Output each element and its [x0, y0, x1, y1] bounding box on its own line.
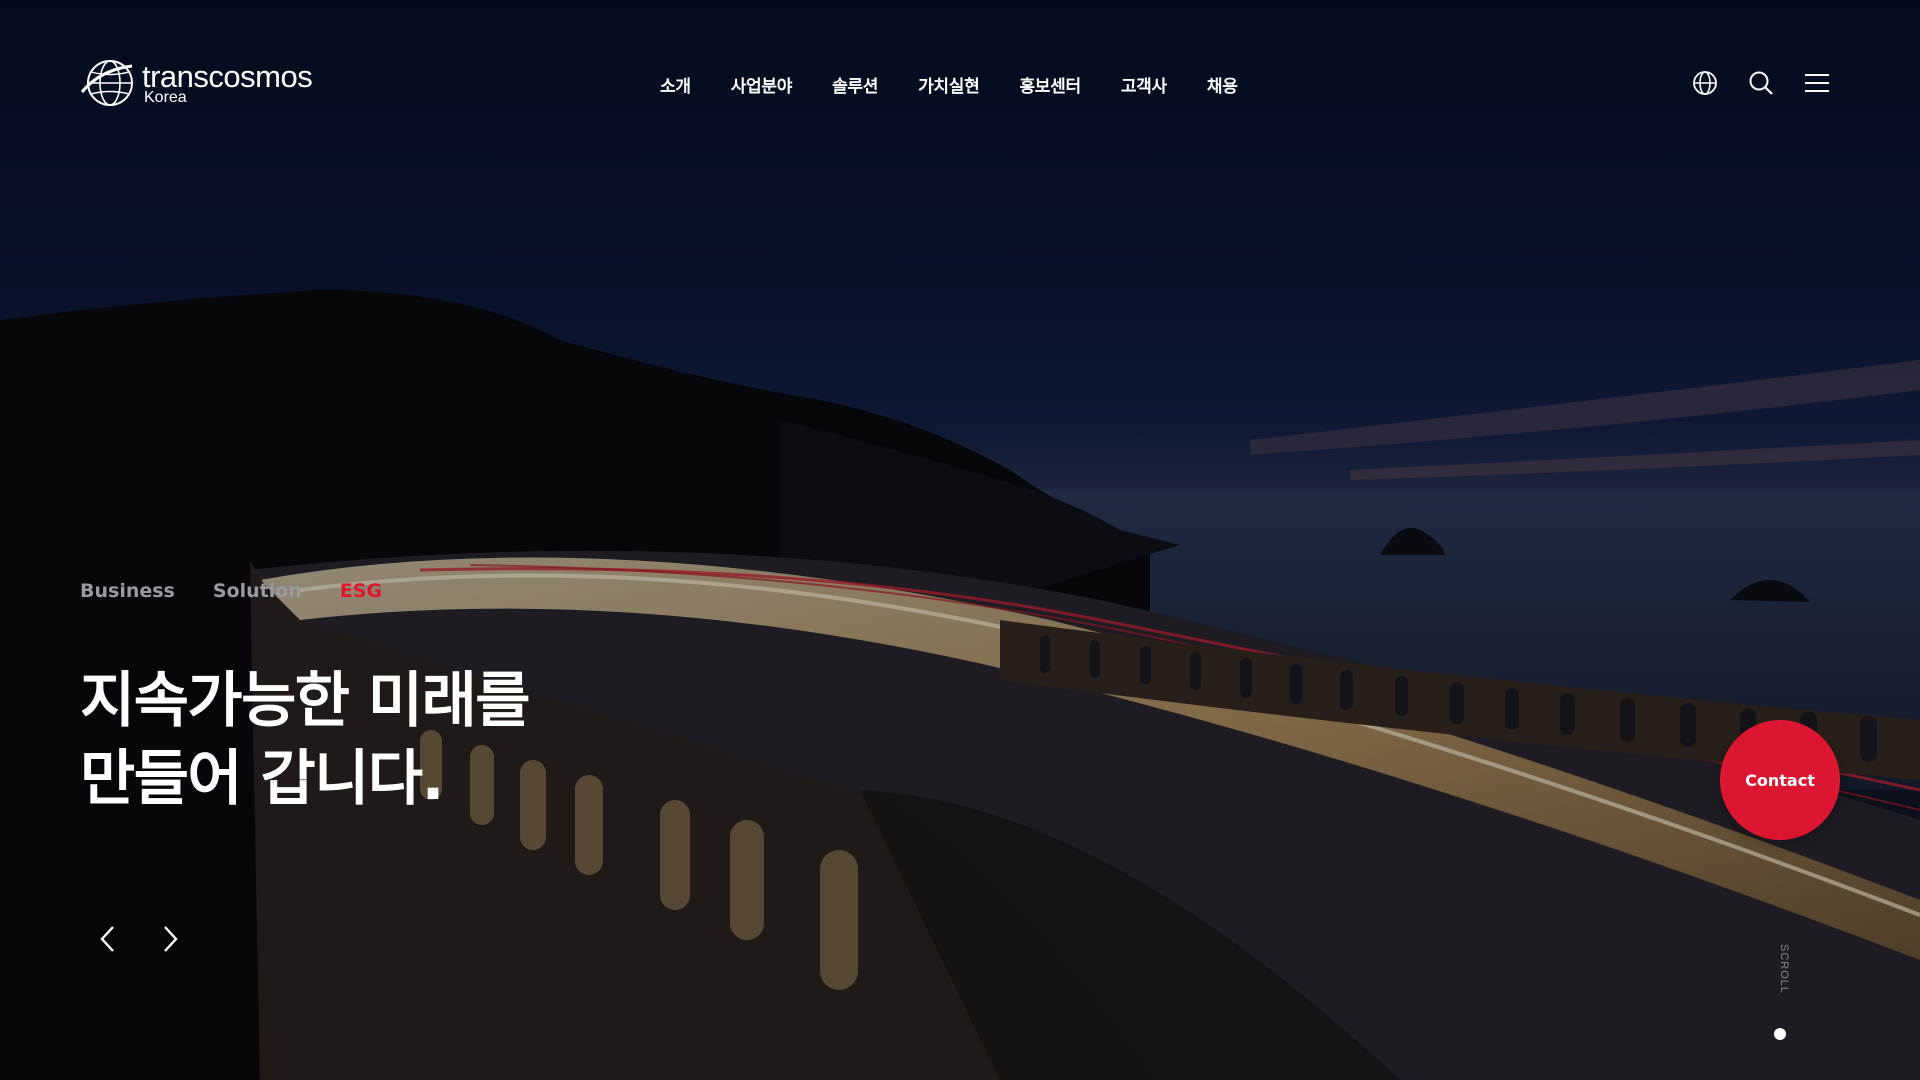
nav-item-clients[interactable]: 고객사: [1121, 72, 1167, 97]
tab-solution[interactable]: Solution: [213, 580, 302, 602]
logo[interactable]: transcosmos Korea: [80, 58, 313, 108]
contact-button[interactable]: Contact: [1720, 720, 1840, 840]
scroll-indicator-label: SCROLL: [1778, 944, 1790, 995]
menu-icon[interactable]: [1804, 70, 1830, 96]
hero-headline-line-1: 지속가능한 미래를: [80, 666, 531, 736]
logo-wordmark: transcosmos: [142, 58, 313, 94]
nav-item-pr-center[interactable]: 홍보센터: [1019, 72, 1081, 97]
tab-business[interactable]: Business: [80, 580, 175, 602]
globe-logo-icon: [80, 60, 133, 106]
nav-item-value[interactable]: 가치실현: [918, 72, 980, 97]
main-navigation: 소개 사업분야 솔루션 가치실현 홍보센터 고객사 채용: [660, 72, 1278, 97]
next-arrow-icon[interactable]: [158, 922, 184, 956]
nav-item-careers[interactable]: 채용: [1207, 72, 1238, 97]
tab-esg[interactable]: ESG: [340, 580, 382, 602]
globe-icon[interactable]: [1692, 70, 1718, 96]
slider-controls: [94, 922, 184, 956]
site-header: transcosmos Korea 소개 사업분야 솔루션 가치실현 홍보센터 …: [0, 0, 1920, 170]
hero-tabs: Business Solution ESG: [80, 580, 420, 602]
nav-item-business[interactable]: 사업분야: [731, 72, 793, 97]
scroll-indicator-dot[interactable]: [1774, 1028, 1786, 1040]
nav-item-solution[interactable]: 솔루션: [832, 72, 878, 97]
prev-arrow-icon[interactable]: [94, 922, 120, 956]
utility-menu: [1692, 70, 1830, 96]
nav-item-about[interactable]: 소개: [660, 72, 691, 97]
search-icon[interactable]: [1748, 70, 1774, 96]
hero-headline-line-2: 만들어 갑니다.: [80, 744, 444, 814]
hero-headline: 지속가능한 미래를 만들어 갑니다.: [80, 662, 531, 818]
